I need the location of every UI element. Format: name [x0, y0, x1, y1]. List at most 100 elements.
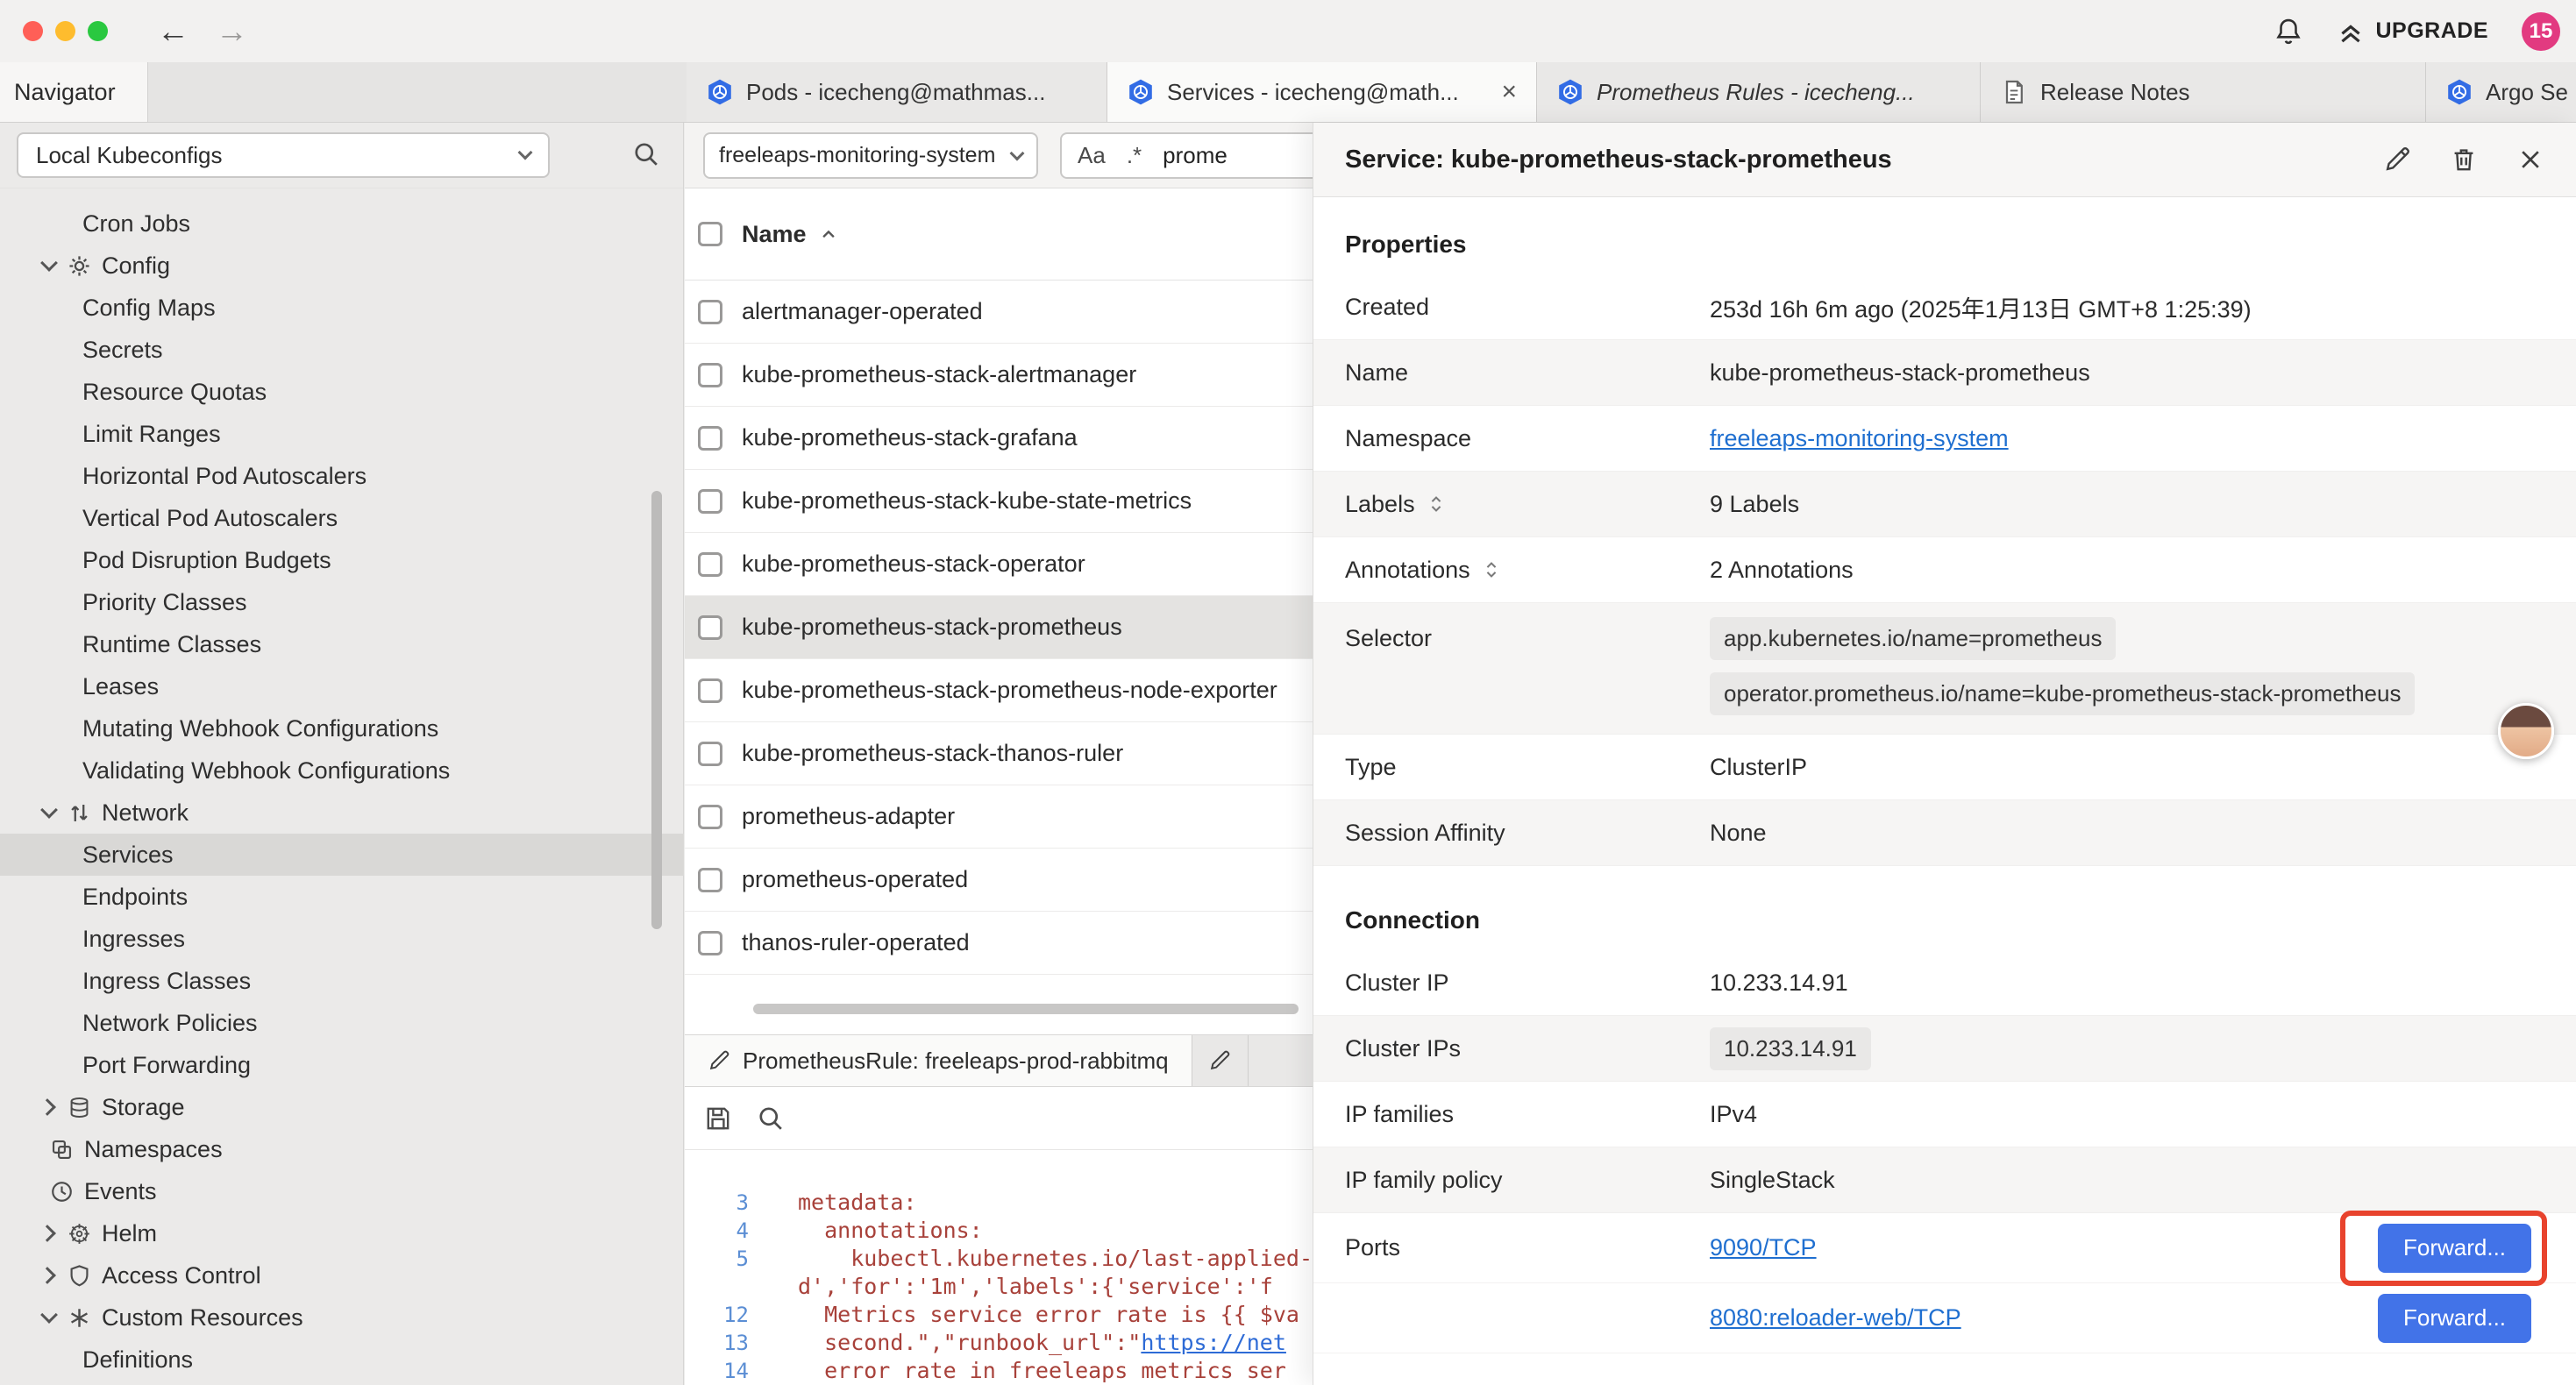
search-input[interactable]: Aa .* prome	[1060, 132, 1313, 179]
table-row[interactable]: kube-prometheus-stack-prometheus-node-ex…	[685, 659, 1313, 722]
expand-collapse-icon[interactable]	[1481, 559, 1502, 580]
sidebar-item-namespaces[interactable]: Namespaces	[0, 1128, 684, 1170]
row-checkbox[interactable]	[698, 552, 722, 577]
row-checkbox[interactable]	[698, 426, 722, 451]
window-zoom-button[interactable]	[88, 21, 108, 41]
sidebar-item-horizontal-pod-autoscalers[interactable]: Horizontal Pod Autoscalers	[0, 455, 684, 497]
sidebar-item-ingress-classes[interactable]: Ingress Classes	[0, 960, 684, 1002]
sidebar-item-limit-ranges[interactable]: Limit Ranges	[0, 413, 684, 455]
regex-toggle[interactable]: .*	[1127, 142, 1142, 169]
back-icon[interactable]: ←	[157, 15, 189, 47]
tab-close-icon[interactable]: ×	[1501, 79, 1517, 105]
namespace-filter-select[interactable]: freeleaps-monitoring-system	[703, 132, 1038, 179]
table-row[interactable]: thanos-ruler-operated	[685, 912, 1313, 975]
sidebar-item-pod-disruption-budgets[interactable]: Pod Disruption Budgets	[0, 539, 684, 581]
editor-toolbar	[685, 1087, 1313, 1150]
sidebar-item-helm[interactable]: Helm	[0, 1212, 684, 1254]
forward-button[interactable]: Forward...	[2378, 1294, 2531, 1343]
sort-ascending-icon[interactable]	[817, 223, 840, 245]
sidebar-item-leases[interactable]: Leases	[0, 665, 684, 707]
row-checkbox[interactable]	[698, 300, 722, 324]
navigator-panel-tab[interactable]: Navigator	[0, 62, 148, 122]
name-column-header[interactable]: Name	[742, 221, 807, 248]
tab-services[interactable]: Services - icecheng@math... ×	[1107, 62, 1537, 122]
tab-argo[interactable]: Argo Se	[2426, 62, 2576, 122]
save-icon[interactable]	[704, 1104, 732, 1133]
sidebar-item-config-maps[interactable]: Config Maps	[0, 287, 684, 329]
sidebar-item-runtime-classes[interactable]: Runtime Classes	[0, 623, 684, 665]
table-row[interactable]: kube-prometheus-stack-grafana	[685, 407, 1313, 470]
sidebar-item-validating-webhook-configurations[interactable]: Validating Webhook Configurations	[0, 749, 684, 792]
window-minimize-button[interactable]	[55, 21, 75, 41]
property-label: Ports	[1345, 1234, 1400, 1261]
delete-icon[interactable]	[2450, 146, 2478, 174]
sidebar-item-services[interactable]: Services	[0, 834, 684, 876]
close-icon[interactable]	[2516, 146, 2544, 174]
sidebar-item-network-policies[interactable]: Network Policies	[0, 1002, 684, 1044]
search-icon[interactable]	[632, 140, 660, 168]
sidebar-item-port-forwarding[interactable]: Port Forwarding	[0, 1044, 684, 1086]
select-all-checkbox[interactable]	[698, 222, 722, 246]
editor-tab-prometheusrule[interactable]: PrometheusRule: freeleaps-prod-rabbitmq	[685, 1035, 1192, 1086]
sidebar-item-priority-classes[interactable]: Priority Classes	[0, 581, 684, 623]
row-checkbox[interactable]	[698, 868, 722, 892]
tab-pods[interactable]: Pods - icecheng@mathmas...	[687, 62, 1107, 122]
kubeconfig-selector[interactable]: Local Kubeconfigs	[17, 132, 550, 178]
sidebar-item-endpoints[interactable]: Endpoints	[0, 876, 684, 918]
avatar[interactable]	[2498, 703, 2554, 759]
tab-prometheus-rules[interactable]: Prometheus Rules - icecheng...	[1537, 62, 1981, 122]
port-link[interactable]: 9090/TCP	[1710, 1234, 1817, 1261]
table-row[interactable]: kube-prometheus-stack-thanos-ruler	[685, 722, 1313, 785]
port-link[interactable]: 8080:reloader-web/TCP	[1710, 1304, 1961, 1332]
table-row[interactable]: prometheus-adapter	[685, 785, 1313, 849]
sidebar-item-storage[interactable]: Storage	[0, 1086, 684, 1128]
sidebar-item-events[interactable]: Events	[0, 1170, 684, 1212]
row-checkbox[interactable]	[698, 489, 722, 514]
search-icon[interactable]	[757, 1104, 785, 1133]
sidebar-scrollbar[interactable]	[651, 491, 662, 929]
network-icon	[67, 801, 91, 825]
table-row[interactable]: kube-prometheus-stack-alertmanager	[685, 344, 1313, 407]
row-checkbox[interactable]	[698, 931, 722, 955]
sidebar-item-config[interactable]: Config	[0, 245, 684, 287]
sidebar-item-label: Mutating Webhook Configurations	[82, 715, 438, 742]
editor-tab-partial[interactable]	[1192, 1035, 1249, 1086]
line-number: 5	[685, 1245, 768, 1273]
table-row[interactable]: kube-prometheus-stack-kube-state-metrics	[685, 470, 1313, 533]
expand-collapse-icon[interactable]	[1426, 494, 1447, 515]
sidebar-item-ingresses[interactable]: Ingresses	[0, 918, 684, 960]
row-checkbox[interactable]	[698, 363, 722, 387]
sidebar-item-label: Ingresses	[82, 926, 185, 953]
forward-icon[interactable]: →	[216, 15, 248, 47]
table-row[interactable]: prometheus-operated	[685, 849, 1313, 912]
table-row[interactable]: kube-prometheus-stack-operator	[685, 533, 1313, 596]
table-row[interactable]: alertmanager-operated	[685, 281, 1313, 344]
sidebar-item-network[interactable]: Network	[0, 792, 684, 834]
sidebar-item-cron-jobs[interactable]: Cron Jobs	[0, 202, 684, 245]
row-checkbox[interactable]	[698, 678, 722, 703]
sidebar-item-mutating-webhook-configurations[interactable]: Mutating Webhook Configurations	[0, 707, 684, 749]
row-checkbox[interactable]	[698, 615, 722, 640]
sidebar-item-custom-resources[interactable]: Custom Resources	[0, 1296, 684, 1339]
notification-badge[interactable]: 15	[2522, 12, 2560, 51]
property-value[interactable]: 9 Labels	[1710, 491, 1799, 518]
namespace-link[interactable]: freeleaps-monitoring-system	[1710, 425, 2009, 452]
match-case-toggle[interactable]: Aa	[1078, 142, 1106, 169]
tab-release-notes[interactable]: Release Notes	[1981, 62, 2426, 122]
row-checkbox[interactable]	[698, 742, 722, 766]
property-value[interactable]: 2 Annotations	[1710, 557, 1854, 584]
window-close-button[interactable]	[23, 21, 43, 41]
upgrade-button[interactable]: UPGRADE	[2337, 18, 2488, 46]
horizontal-scrollbar[interactable]	[753, 1004, 1299, 1014]
table-row-selected[interactable]: kube-prometheus-stack-prometheus	[685, 596, 1313, 659]
bell-icon[interactable]	[2274, 17, 2303, 46]
row-checkbox[interactable]	[698, 805, 722, 829]
sidebar-item-access-control[interactable]: Access Control	[0, 1254, 684, 1296]
yaml-editor[interactable]: 3metadata: 4 annotations: 5 kubectl.kube…	[685, 1189, 1313, 1385]
sidebar-item-definitions[interactable]: Definitions	[0, 1339, 684, 1381]
sidebar-item-secrets[interactable]: Secrets	[0, 329, 684, 371]
sidebar-item-vertical-pod-autoscalers[interactable]: Vertical Pod Autoscalers	[0, 497, 684, 539]
forward-button[interactable]: Forward...	[2378, 1224, 2531, 1273]
sidebar-item-resource-quotas[interactable]: Resource Quotas	[0, 371, 684, 413]
edit-icon[interactable]	[2383, 146, 2411, 174]
